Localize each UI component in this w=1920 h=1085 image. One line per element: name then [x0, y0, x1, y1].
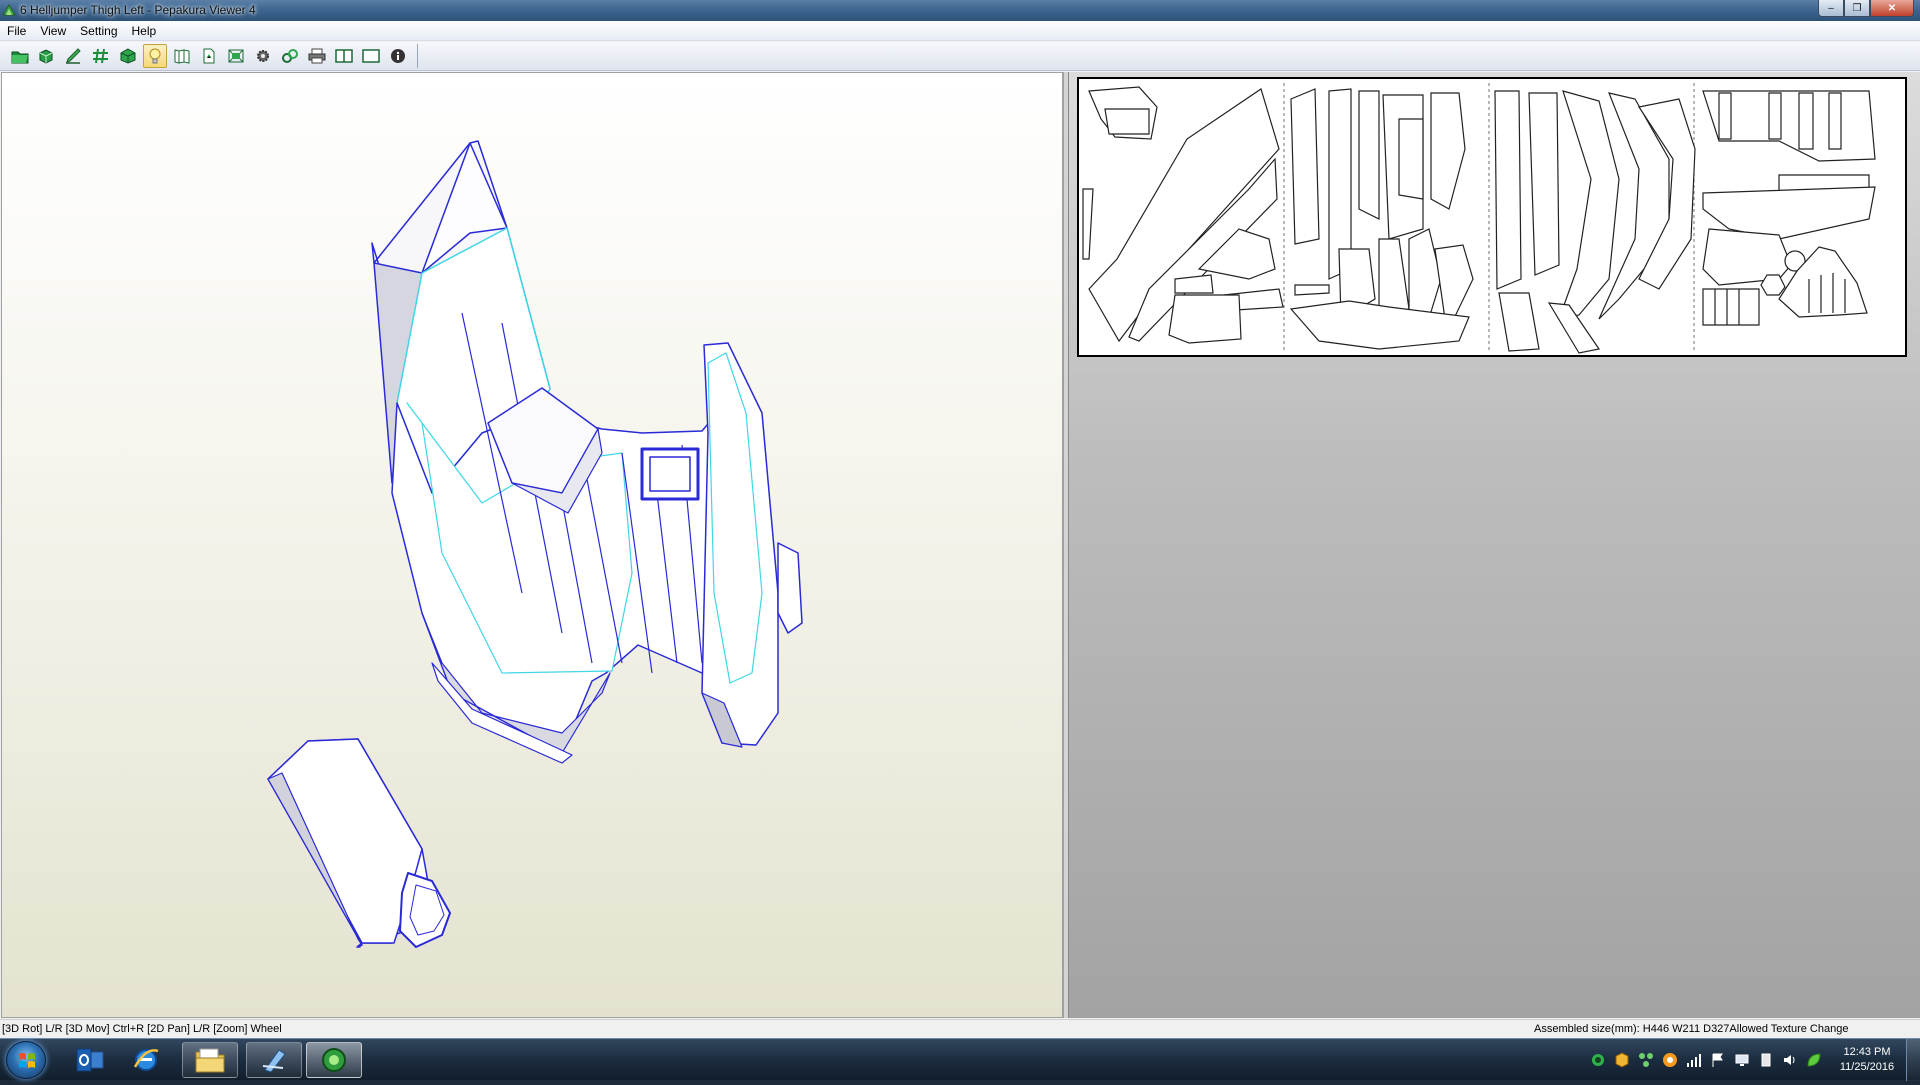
- settings-gear-icon[interactable]: [251, 44, 275, 68]
- light-icon[interactable]: [143, 44, 167, 68]
- tray-signal-icon[interactable]: [1686, 1052, 1702, 1068]
- menu-view[interactable]: View: [33, 24, 73, 38]
- taskbar-outlook-button[interactable]: [62, 1042, 118, 1078]
- tray-action-center-flag-icon[interactable]: [1710, 1052, 1726, 1068]
- ie-icon: [133, 1049, 159, 1071]
- open-folder-icon[interactable]: [8, 44, 32, 68]
- pattern-pieces: [1082, 83, 1876, 354]
- fit-view-icon[interactable]: [224, 44, 248, 68]
- window-title: 6 Helljumper Thigh Left - Pepakura Viewe…: [20, 3, 256, 17]
- close-button[interactable]: ✕: [1870, 0, 1914, 17]
- menu-bar: File View Setting Help: [0, 21, 1920, 41]
- tray-volume-icon[interactable]: [1782, 1052, 1798, 1068]
- 2d-pattern-pane[interactable]: [1069, 72, 1920, 1018]
- 3d-model-viewport[interactable]: [2, 73, 1064, 1019]
- tray-package-icon[interactable]: [1614, 1052, 1630, 1068]
- 3d-view-pane[interactable]: [1, 72, 1063, 1018]
- split-view-icon[interactable]: [332, 44, 356, 68]
- cube-icon[interactable]: [116, 44, 140, 68]
- menu-help[interactable]: Help: [125, 24, 164, 38]
- taskbar: 12:43 PM 11/25/2016: [0, 1038, 1920, 1081]
- pattern-sheet[interactable]: [1077, 77, 1907, 357]
- clock-time: 12:43 PM: [1843, 1046, 1891, 1058]
- app-window: 6 Helljumper Thigh Left - Pepakura Viewe…: [0, 0, 1920, 1038]
- grid-icon[interactable]: [89, 44, 113, 68]
- outlook-icon: [76, 1048, 104, 1072]
- status-bar: [3D Rot] L/R [3D Mov] Ctrl+R [2D Pan] L/…: [0, 1019, 1920, 1038]
- tray-display-icon[interactable]: [1734, 1052, 1750, 1068]
- maximize-button[interactable]: ❐: [1844, 0, 1870, 17]
- show-desktop-button[interactable]: [1906, 1039, 1920, 1081]
- taskbar-explorer-button[interactable]: [182, 1042, 238, 1078]
- windows-logo-icon: [19, 1053, 35, 1068]
- page-icon[interactable]: [197, 44, 221, 68]
- tray-usb-device-icon[interactable]: [1758, 1052, 1774, 1068]
- taskbar-ie-button[interactable]: [118, 1042, 174, 1078]
- clock-date: 11/25/2016: [1839, 1061, 1895, 1073]
- info-icon[interactable]: [386, 44, 410, 68]
- status-controls-hint: [3D Rot] L/R [3D Mov] Ctrl+R [2D Pan] L/…: [2, 1023, 282, 1035]
- pepakura-app-icon: [2, 4, 16, 16]
- pepakura-viewer-icon: [322, 1048, 346, 1072]
- single-view-icon[interactable]: [359, 44, 383, 68]
- link-icon[interactable]: [278, 44, 302, 68]
- start-button[interactable]: [6, 1041, 46, 1079]
- window-controls: ‒ ❐ ✕: [1818, 0, 1914, 18]
- toolbar-separator: [417, 44, 418, 68]
- tray-network-share-icon[interactable]: [1638, 1052, 1654, 1068]
- menu-setting[interactable]: Setting: [73, 24, 124, 38]
- toolbar: [0, 42, 1920, 71]
- unfold-icon[interactable]: [170, 44, 194, 68]
- edit-icon[interactable]: [62, 44, 86, 68]
- taskbar-pepakura-designer-button[interactable]: [246, 1042, 302, 1078]
- system-tray: [1590, 1043, 1830, 1077]
- folder-icon: [195, 1048, 225, 1073]
- tray-orange-app-icon[interactable]: [1662, 1052, 1678, 1068]
- print-icon[interactable]: [305, 44, 329, 68]
- open-3d-icon[interactable]: [35, 44, 59, 68]
- title-bar[interactable]: 6 Helljumper Thigh Left - Pepakura Viewe…: [0, 0, 1920, 21]
- tray-green-leaf-icon[interactable]: [1806, 1052, 1822, 1068]
- menu-file[interactable]: File: [0, 24, 33, 38]
- minimize-button[interactable]: ‒: [1818, 0, 1844, 17]
- status-assembled-size: Assembled size(mm): H446 W211 D327Allowe…: [1534, 1023, 1849, 1035]
- taskbar-pepakura-viewer-button[interactable]: [306, 1042, 362, 1078]
- pepakura-designer-icon: [262, 1049, 286, 1073]
- taskbar-clock[interactable]: 12:43 PM 11/25/2016: [1822, 1045, 1912, 1075]
- tray-green-app-icon[interactable]: [1590, 1052, 1606, 1068]
- thigh-armor-model: [267, 140, 803, 948]
